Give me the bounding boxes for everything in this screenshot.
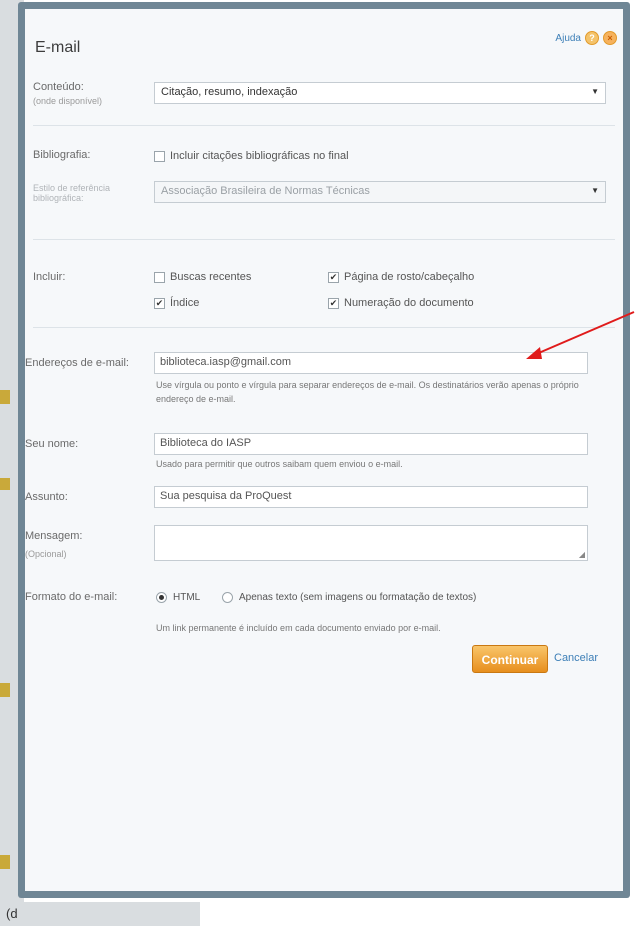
email-dialog: E-mail Ajuda ? × Conteúdo: (onde disponí… (18, 2, 630, 898)
section-divider (33, 239, 615, 240)
format-text-only-radio[interactable]: Apenas texto (sem imagens ou formatação … (222, 592, 476, 603)
background-highlight (0, 390, 10, 404)
include-cover-page-checkbox[interactable]: ✔ Página de rosto/cabeçalho (328, 271, 474, 283)
citation-style-select[interactable]: Associação Brasileira de Normas Técnicas… (154, 181, 606, 203)
checkbox-box: ✔ (328, 297, 339, 309)
background-highlight (0, 683, 10, 697)
include-option-label: Numeração do documento (344, 297, 474, 309)
content-select-value: Citação, resumo, indexação (161, 86, 298, 98)
email-addresses-label: Endereços de e-mail: (25, 357, 129, 369)
citation-style-label: Estilo de referência bibliográfica: (33, 183, 111, 203)
email-format-label: Formato do e-mail: (25, 591, 118, 603)
format-option-label: Apenas texto (sem imagens ou formatação … (239, 592, 477, 603)
background-text-fragment: (d (6, 906, 18, 921)
resize-grip-icon[interactable]: ◢ (579, 550, 585, 559)
email-dialog-body: E-mail Ajuda ? × Conteúdo: (onde disponí… (25, 9, 623, 891)
include-recent-searches-checkbox[interactable]: Buscas recentes (154, 271, 251, 283)
email-addresses-hint: Use vírgula ou ponto e vírgula para sepa… (156, 380, 579, 404)
background-highlight (0, 478, 10, 490)
checkbox-box: ✔ (154, 297, 165, 309)
help-icon[interactable]: ? (585, 31, 599, 45)
permalink-note: Um link permanente é incluído em cada do… (156, 623, 441, 633)
section-divider (33, 125, 615, 126)
bibliography-label: Bibliografia: (33, 149, 91, 161)
dropdown-arrow-icon: ▼ (591, 87, 599, 96)
cancel-link[interactable]: Cancelar (554, 652, 598, 664)
citation-style-value: Associação Brasileira de Normas Técnicas (161, 185, 370, 197)
background-page-bottom: (d (0, 902, 200, 926)
dialog-header-controls: Ajuda ? × (555, 31, 617, 45)
background-highlight (0, 855, 10, 869)
content-select[interactable]: Citação, resumo, indexação ▼ (154, 82, 606, 104)
continue-button[interactable]: Continuar (472, 645, 548, 673)
dialog-title: E-mail (35, 39, 81, 56)
your-name-input[interactable]: Biblioteca do IASP (154, 433, 588, 455)
include-option-label: Buscas recentes (170, 271, 252, 283)
subject-label: Assunto: (25, 491, 68, 503)
content-sublabel: (onde disponível) (33, 96, 103, 106)
help-link[interactable]: Ajuda (555, 33, 581, 44)
checkbox-box (154, 271, 165, 283)
include-citations-label: Incluir citações bibliográficas no final (170, 150, 349, 162)
annotation-arrow-icon (526, 311, 635, 359)
include-citations-checkbox[interactable]: Incluir citações bibliográficas no final (154, 150, 349, 162)
format-option-label: HTML (173, 592, 201, 603)
subject-input[interactable]: Sua pesquisa da ProQuest (154, 486, 588, 508)
message-textarea[interactable]: ◢ (154, 525, 588, 561)
content-label: Conteúdo: (33, 81, 84, 93)
include-document-numbering-checkbox[interactable]: ✔ Numeração do documento (328, 297, 474, 309)
checkbox-box (154, 150, 165, 162)
include-option-label: Página de rosto/cabeçalho (344, 271, 475, 283)
dropdown-arrow-icon: ▼ (591, 186, 599, 195)
close-icon[interactable]: × (603, 31, 617, 45)
format-html-radio[interactable]: HTML (156, 592, 200, 603)
include-index-checkbox[interactable]: ✔ Índice (154, 297, 199, 309)
message-label: Mensagem: (25, 530, 83, 542)
radio-dot (222, 592, 233, 603)
include-label: Incluir: (33, 271, 66, 283)
message-sublabel: (Opcional) (25, 549, 67, 559)
include-option-label: Índice (170, 297, 200, 309)
your-name-label: Seu nome: (25, 438, 79, 450)
checkbox-box: ✔ (328, 271, 339, 283)
your-name-hint: Usado para permitir que outros saibam qu… (156, 459, 403, 469)
radio-dot (156, 592, 167, 603)
